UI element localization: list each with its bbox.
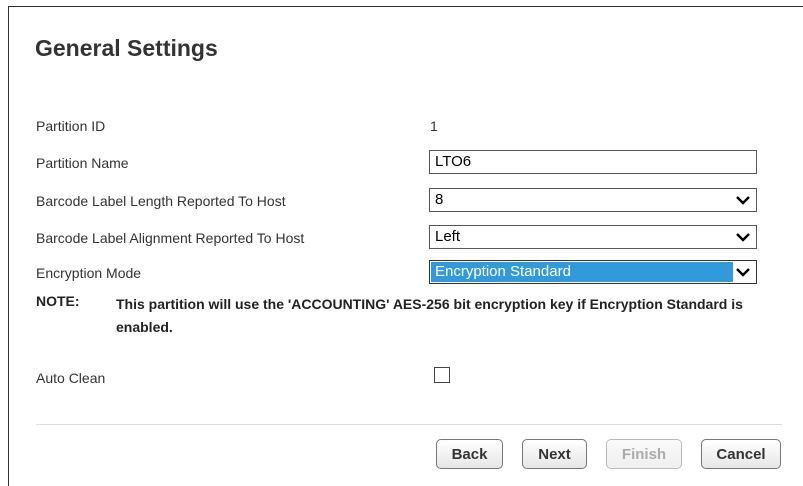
partition-name-value: LTO6 [435, 153, 472, 170]
barcode-length-label: Barcode Label Length Reported To Host [36, 193, 286, 209]
barcode-alignment-label: Barcode Label Alignment Reported To Host [36, 230, 305, 246]
auto-clean-label: Auto Clean [36, 370, 106, 386]
partition-name-input[interactable]: LTO6 [429, 150, 757, 174]
encryption-mode-label: Encryption Mode [36, 265, 142, 281]
back-button[interactable]: Back [436, 439, 503, 469]
chevron-down-icon [734, 189, 752, 211]
note-label: NOTE: [36, 293, 80, 309]
encryption-mode-select[interactable]: Encryption Standard [429, 260, 757, 284]
partition-name-label: Partition Name [36, 155, 129, 171]
barcode-alignment-value: Left [435, 228, 461, 245]
finish-button[interactable]: Finish [606, 439, 682, 469]
barcode-length-value: 8 [435, 191, 444, 208]
partition-id-label: Partition ID [36, 118, 106, 134]
divider [36, 424, 782, 425]
note-text: This partition will use the 'ACCOUNTING'… [116, 296, 743, 335]
barcode-length-select[interactable]: 8 [429, 188, 757, 212]
chevron-down-icon [734, 226, 752, 248]
auto-clean-checkbox[interactable] [434, 367, 450, 383]
chevron-down-icon [734, 261, 752, 283]
partition-id-value: 1 [430, 118, 438, 134]
next-button[interactable]: Next [522, 439, 587, 469]
page-title: General Settings [35, 35, 218, 61]
encryption-mode-value: Encryption Standard [431, 262, 733, 282]
barcode-alignment-select[interactable]: Left [429, 225, 757, 249]
cancel-button[interactable]: Cancel [701, 439, 781, 469]
